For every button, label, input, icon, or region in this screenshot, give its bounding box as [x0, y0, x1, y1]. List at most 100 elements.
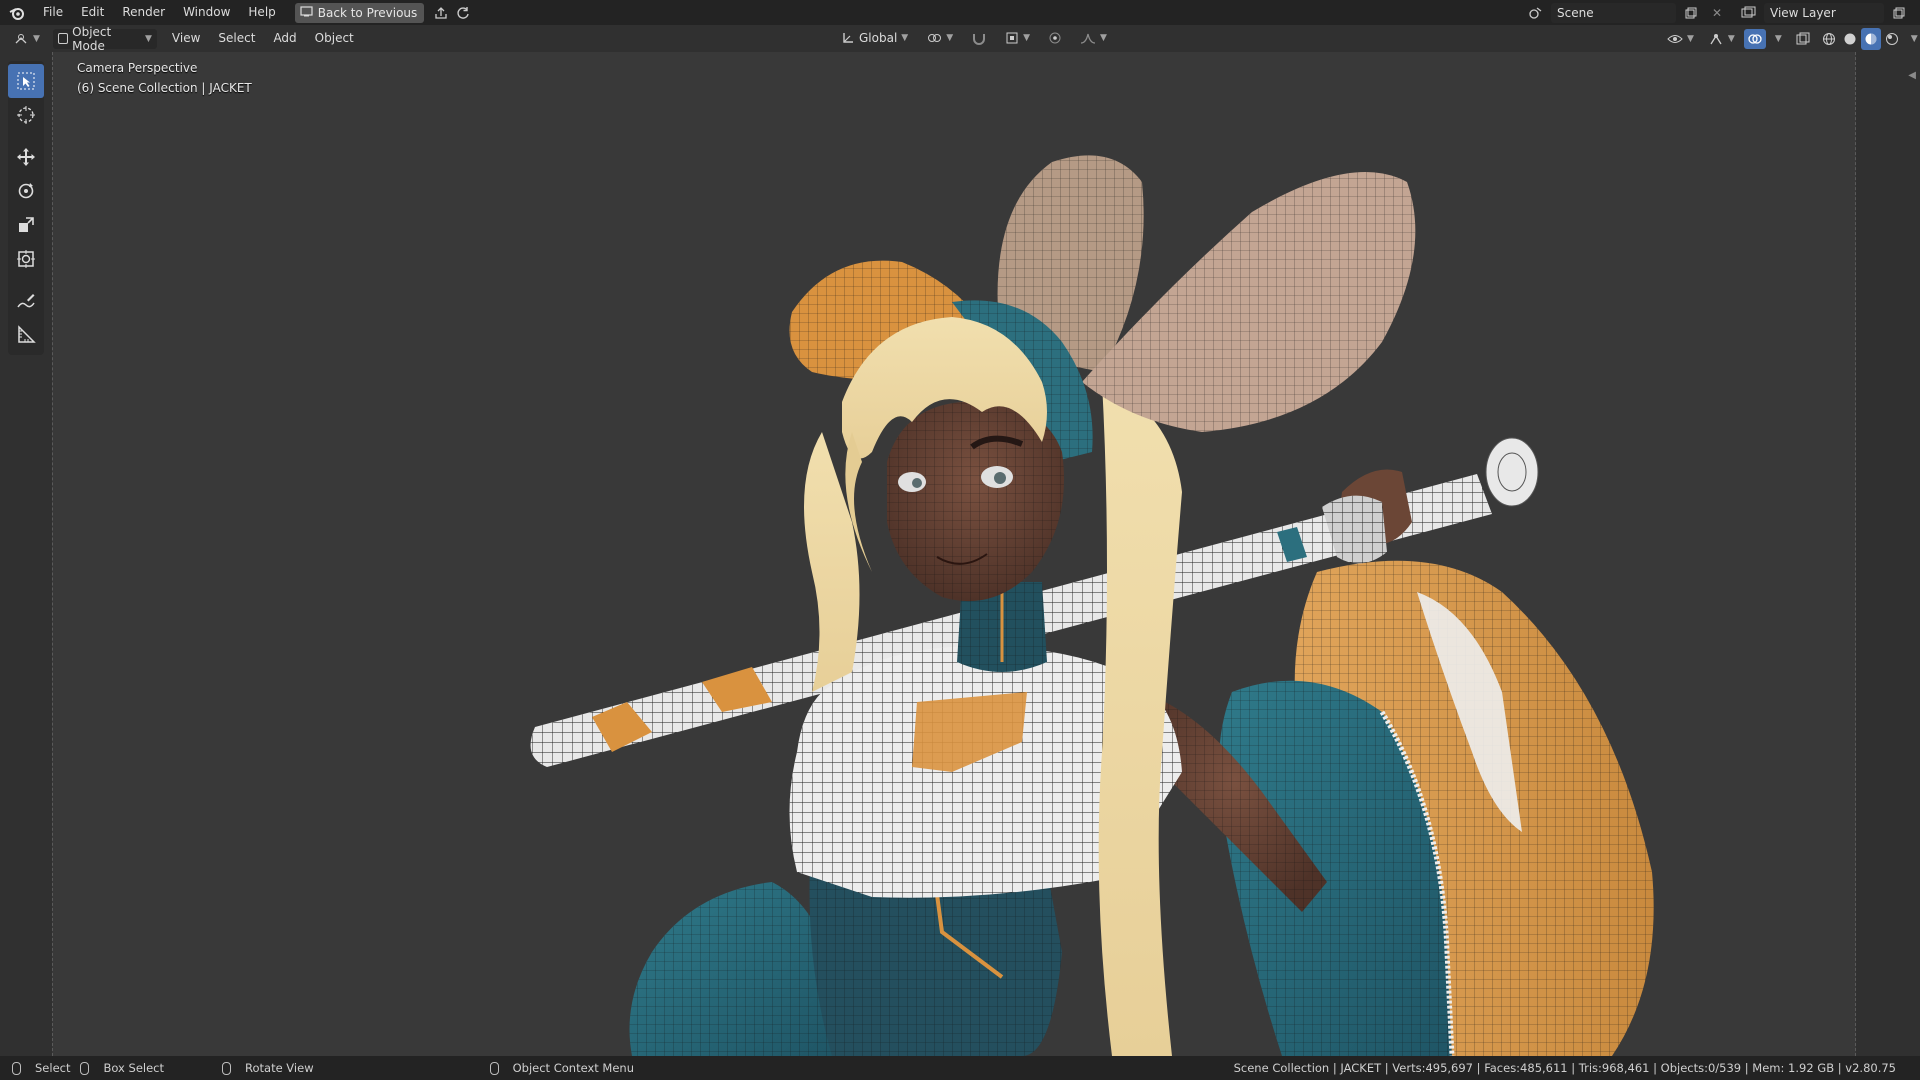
scene-selector-group: Scene ✕ View Layer ✕ [1525, 2, 1920, 24]
menu-window[interactable]: Window [174, 0, 239, 25]
mouse-right-icon [489, 1061, 499, 1075]
status-select: Select [12, 1061, 70, 1075]
select-box-icon[interactable] [8, 64, 44, 98]
back-to-previous-label: Back to Previous [317, 5, 418, 20]
status-rotate-view: Rotate View [222, 1061, 314, 1075]
camera-frame [52, 52, 1856, 1056]
gizmo-toggle[interactable]: ▼ [1703, 29, 1740, 49]
upload-icon[interactable] [430, 2, 452, 24]
object-mode-dropdown[interactable]: Object Mode ▼ [52, 25, 157, 53]
object-mode-icon [57, 33, 69, 44]
tool-column [8, 61, 44, 355]
annotate-icon[interactable] [8, 284, 44, 318]
status-context-menu: Object Context Menu [489, 1061, 634, 1075]
new-scene-icon[interactable] [1680, 2, 1702, 24]
scene-icon[interactable] [1525, 2, 1547, 24]
overlays-toggle[interactable] [1743, 29, 1766, 49]
measure-icon[interactable] [8, 318, 44, 352]
collection-info-label: (6) Scene Collection | JACKET [77, 81, 252, 95]
chevron-down-icon: ▼ [1687, 34, 1694, 44]
chevron-down-icon: ▼ [1023, 33, 1031, 43]
snap-element-dropdown[interactable]: ▼ [1000, 28, 1035, 48]
pivot-point-dropdown[interactable]: ▼ [921, 28, 958, 48]
menu-add[interactable]: Add [264, 25, 305, 52]
new-view-layer-icon[interactable] [1888, 2, 1910, 24]
transform-orientation-label: Global [859, 31, 898, 45]
material-preview-shading-icon[interactable] [1860, 28, 1881, 50]
pivot-icon [928, 34, 942, 42]
delete-view-layer-icon[interactable]: ✕ [1914, 2, 1920, 24]
scene-name-field[interactable]: Scene [1551, 3, 1676, 23]
menu-object[interactable]: Object [306, 25, 363, 52]
screen-icon [300, 5, 313, 20]
chevron-down-icon: ▼ [1100, 33, 1107, 43]
solid-shading-icon[interactable] [1840, 28, 1860, 50]
scale-icon[interactable] [8, 208, 44, 242]
viewport-right-edge: ◀ [1856, 52, 1920, 1056]
menu-render[interactable]: Render [113, 0, 174, 25]
falloff-dropdown[interactable]: ▼ [1075, 28, 1112, 48]
scene-statistics: Scene Collection | JACKET | Verts:495,69… [1233, 1061, 1896, 1075]
mouse-left-icon [12, 1061, 21, 1075]
status-box-select-label: Box Select [103, 1061, 164, 1075]
top-bar: File Edit Render Window Help Back to Pre… [0, 0, 1920, 25]
falloff-curve-icon [1080, 33, 1096, 44]
eye-icon [1667, 35, 1683, 43]
3d-viewport[interactable]: Camera Perspective (6) Scene Collection … [52, 52, 1856, 1056]
status-box-select: Box Select [80, 1061, 164, 1075]
sidebar-toggle-icon[interactable]: ◀ [1908, 70, 1916, 81]
snap-toggle[interactable] [966, 28, 992, 48]
chevron-down-icon: ▼ [1910, 34, 1918, 44]
status-rotate-view-label: Rotate View [245, 1061, 314, 1075]
cursor-icon[interactable] [8, 98, 44, 132]
orientation-icon [843, 33, 853, 43]
mouse-middle-icon [222, 1061, 231, 1075]
object-visibility-dropdown[interactable]: ▼ [1662, 29, 1699, 49]
chevron-down-icon: ▼ [946, 33, 954, 43]
xray-toggle[interactable] [1791, 29, 1815, 49]
status-context-menu-label: Object Context Menu [512, 1061, 634, 1075]
snap-increment-icon [1006, 32, 1018, 44]
xray-icon [1796, 32, 1810, 45]
rotate-icon[interactable] [8, 174, 44, 208]
overlays-icon [1748, 34, 1762, 44]
shading-dropdown[interactable]: ▼ [1906, 29, 1920, 49]
wireframe-shading-icon[interactable] [1819, 28, 1839, 50]
view-name-label: Camera Perspective [77, 61, 198, 75]
status-select-label: Select [35, 1061, 71, 1075]
chevron-down-icon: ▼ [145, 33, 152, 44]
toolbar-separator [8, 132, 44, 140]
menu-view[interactable]: View [163, 25, 209, 52]
viewport-header: ▼ Object Mode ▼ View Select Add Object G… [0, 25, 1920, 53]
transform-orientation-dropdown[interactable]: Global ▼ [836, 28, 913, 48]
magnet-icon [973, 34, 986, 45]
refresh-icon[interactable] [452, 2, 474, 24]
overlays-dropdown[interactable]: ▼ [1770, 29, 1787, 49]
proportional-edit-toggle[interactable] [1043, 28, 1067, 48]
rendered-shading-icon[interactable] [1882, 28, 1902, 50]
gizmo-icon [1710, 34, 1722, 45]
chevron-down-icon: ▼ [33, 33, 40, 44]
menu-file[interactable]: File [34, 0, 72, 25]
status-bar: Select Box Select Rotate View Object Con… [0, 1056, 1920, 1080]
toolbar-separator [8, 276, 44, 284]
chevron-down-icon: ▼ [1727, 34, 1735, 44]
editor-type-dropdown[interactable]: ▼ [8, 29, 45, 49]
chevron-down-icon: ▼ [901, 33, 909, 43]
object-mode-label: Object Mode [72, 24, 112, 53]
view-layer-field[interactable]: View Layer [1764, 3, 1884, 23]
view-layer-icon[interactable] [1738, 2, 1760, 24]
transform-controls: Global ▼ ▼ ▼ ▼ [836, 28, 1112, 48]
mouse-drag-icon [80, 1061, 90, 1075]
menu-select[interactable]: Select [209, 25, 264, 52]
menu-edit[interactable]: Edit [72, 0, 113, 25]
chevron-down-icon: ▼ [1774, 34, 1782, 44]
shading-mode-group [1819, 28, 1902, 50]
blender-logo-icon[interactable] [0, 0, 34, 25]
move-icon[interactable] [8, 140, 44, 174]
editor-3d-icon [15, 33, 27, 43]
delete-scene-icon[interactable]: ✕ [1706, 2, 1728, 24]
back-to-previous-button[interactable]: Back to Previous [294, 2, 425, 23]
transform-icon[interactable] [8, 242, 44, 276]
menu-help[interactable]: Help [239, 0, 284, 25]
